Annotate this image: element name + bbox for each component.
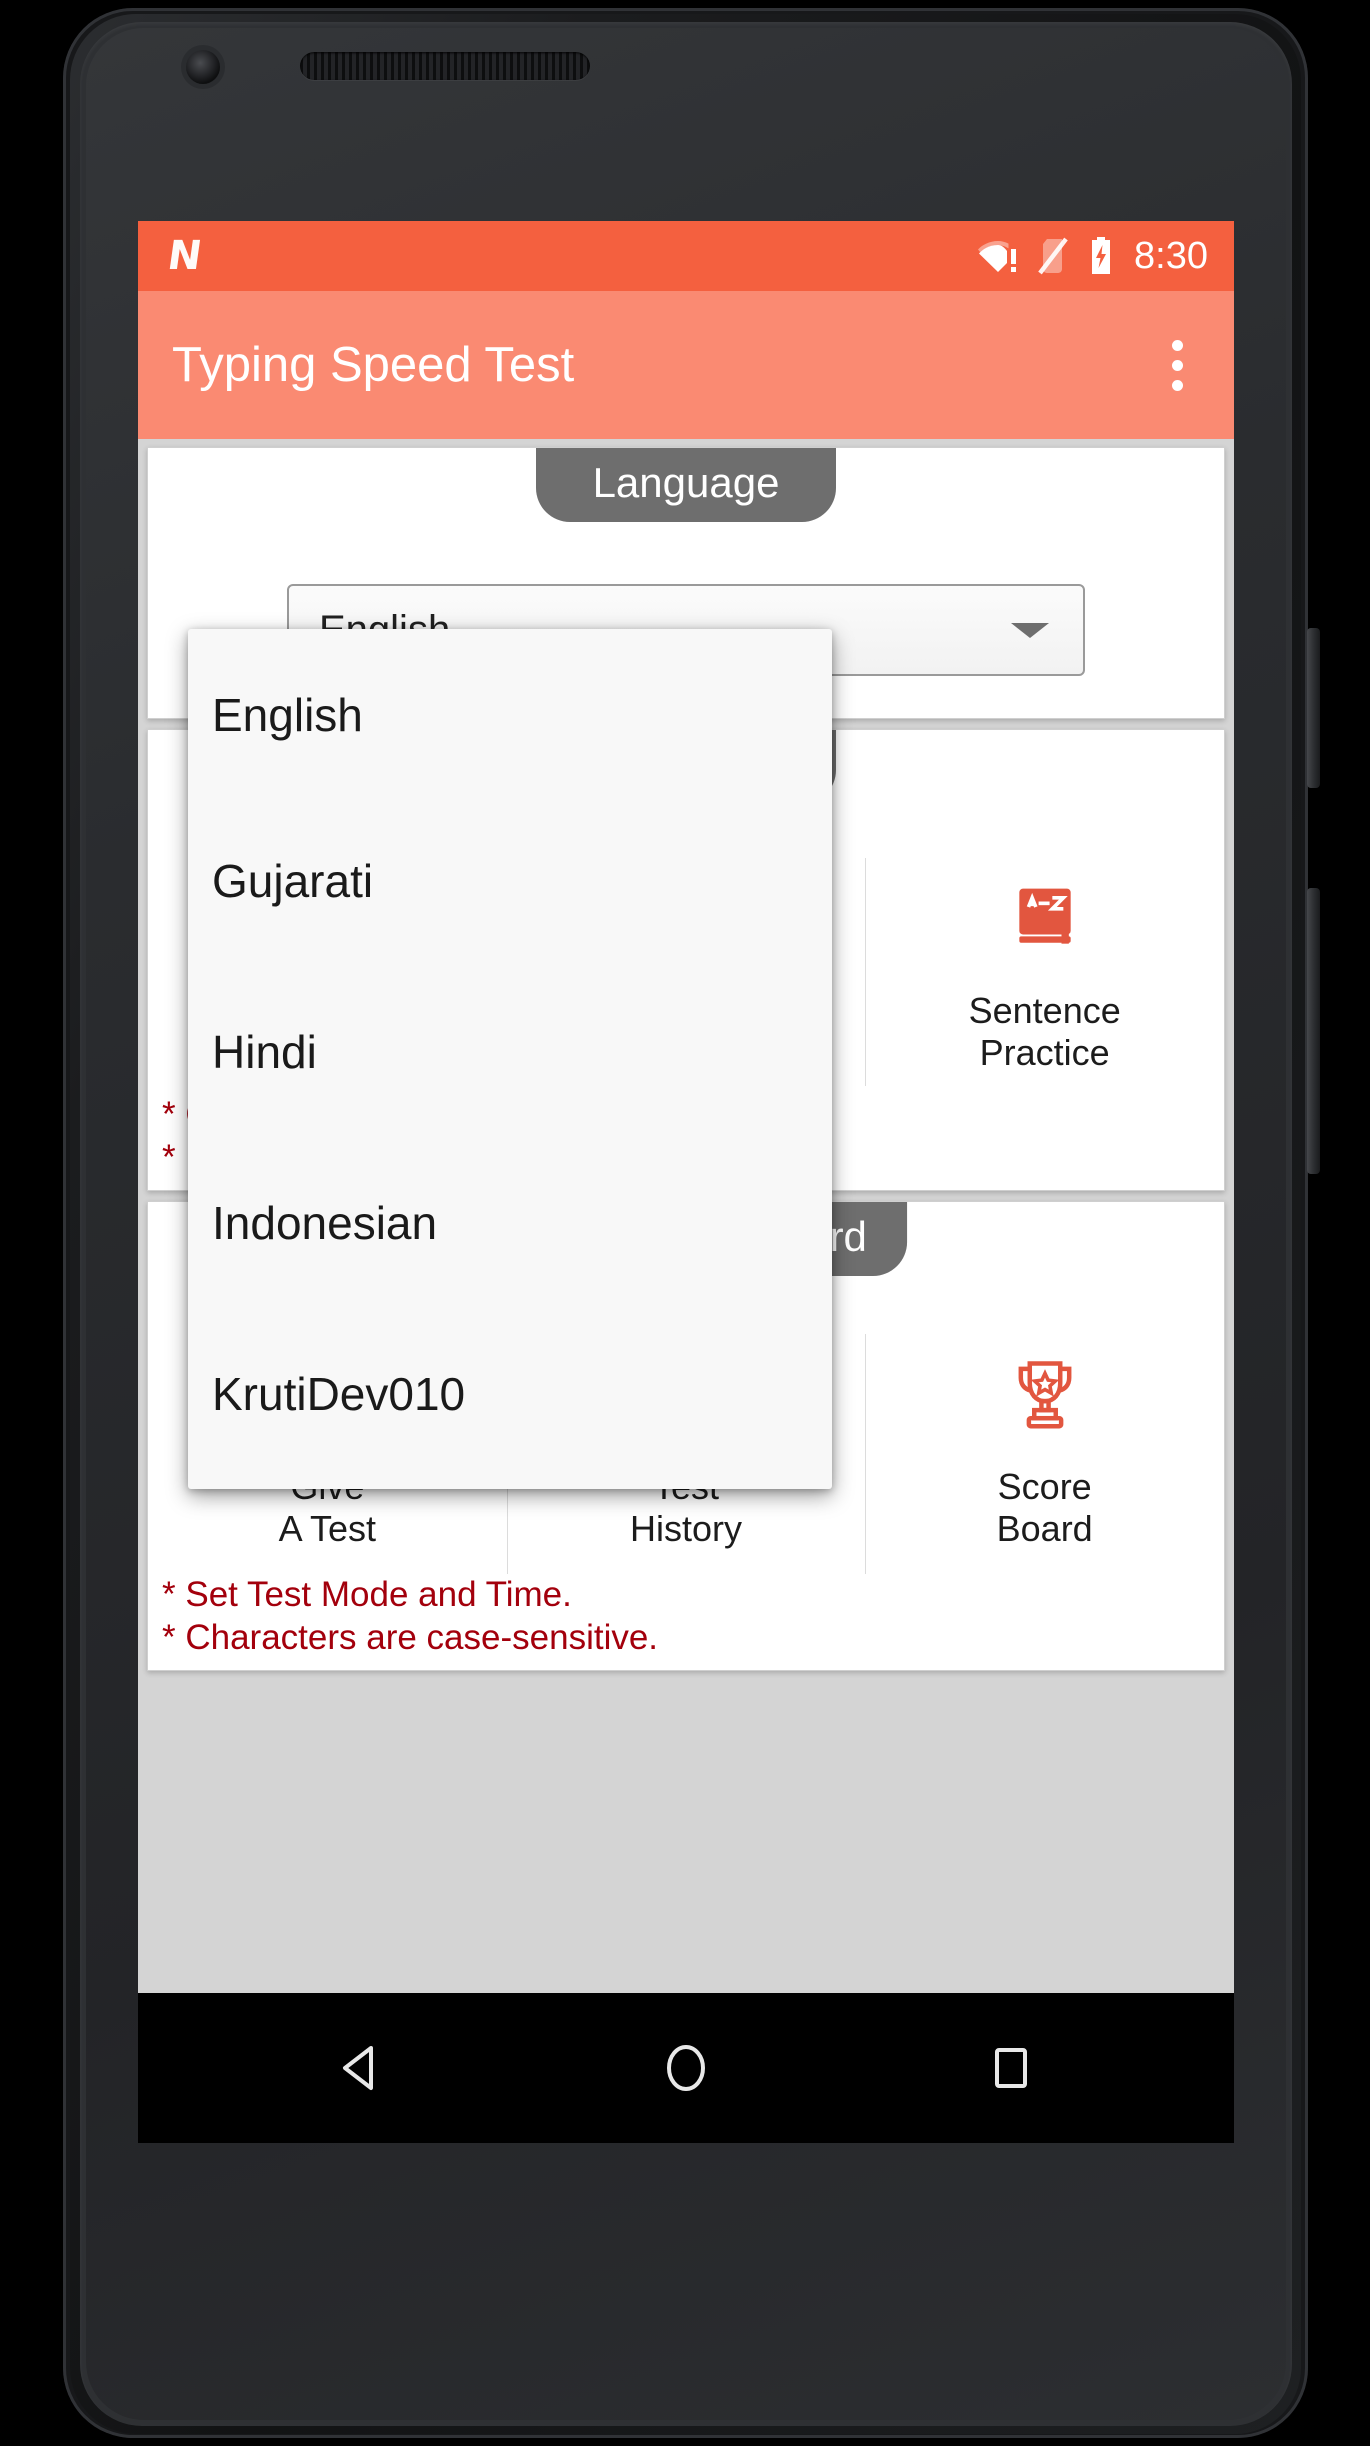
- status-bar-left: N: [164, 233, 204, 279]
- wifi-alert-icon: [978, 239, 1018, 273]
- android-navigation-bar: [138, 1993, 1234, 2143]
- screenshot-root: N 8:30 Typing Speed Test Language Senten…: [0, 0, 1370, 2446]
- earpiece-speaker-icon: [300, 52, 590, 80]
- overflow-menu-icon[interactable]: [1150, 329, 1204, 401]
- a-z-book-icon: [997, 870, 1093, 966]
- dropdown-item-indonesian[interactable]: Indonesian: [188, 1137, 832, 1308]
- volume-button[interactable]: [1307, 888, 1320, 1174]
- battery-charging-icon: [1088, 236, 1114, 276]
- power-button[interactable]: [1307, 628, 1320, 788]
- status-bar: N 8:30: [138, 221, 1234, 291]
- dropdown-item-krutidev010[interactable]: KrutiDev010: [188, 1308, 832, 1479]
- language-card-tab-label: Language: [592, 459, 780, 506]
- app-bar: Typing Speed Test: [138, 291, 1234, 439]
- chevron-down-icon[interactable]: [1011, 623, 1049, 638]
- language-dropdown-popup[interactable]: English Gujarati Hindi Indonesian KrutiD…: [188, 629, 832, 1489]
- trophy-icon: [997, 1346, 1093, 1442]
- test-note-2: * Characters are case-sensitive.: [162, 1618, 659, 1658]
- practice-tile-sentence-label: Sentence Practice: [969, 990, 1121, 1075]
- status-bar-right: 8:30: [978, 236, 1208, 276]
- tile-line2: Board: [996, 1508, 1093, 1550]
- android-n-logo-icon: N: [164, 233, 204, 279]
- back-triangle-icon[interactable]: [301, 2028, 421, 2108]
- no-sim-icon: [1038, 237, 1068, 275]
- tile-line1: Score: [997, 1466, 1092, 1507]
- dropdown-item-gujarati[interactable]: Gujarati: [188, 795, 832, 966]
- test-tile-score-board-label: Score Board: [997, 1466, 1093, 1551]
- language-card-tab: Language: [536, 448, 836, 522]
- recents-square-icon[interactable]: [951, 2028, 1071, 2108]
- status-bar-clock: 8:30: [1134, 235, 1208, 277]
- tile-line2: Practice: [979, 1032, 1110, 1074]
- practice-tile-sentence[interactable]: Sentence Practice: [865, 848, 1224, 1096]
- tile-line2: History: [630, 1508, 743, 1550]
- phone-screen: N 8:30 Typing Speed Test Language Senten…: [138, 221, 1234, 2143]
- home-circle-icon[interactable]: [626, 2028, 746, 2108]
- tile-line2: A Test: [278, 1508, 377, 1550]
- app-title: Typing Speed Test: [172, 337, 575, 392]
- front-camera-icon: [186, 50, 220, 84]
- main-content: Language English Practice: [138, 439, 1234, 1993]
- test-note-1: * Set Test Mode and Time.: [162, 1574, 572, 1614]
- dropdown-item-english[interactable]: English: [188, 635, 832, 795]
- dropdown-item-hindi[interactable]: Hindi: [188, 966, 832, 1137]
- test-tile-score-board[interactable]: Score Board: [865, 1324, 1224, 1584]
- test-card-notes: * Set Test Mode and Time. * Characters a…: [162, 1573, 658, 1661]
- tile-line1: Sentence: [968, 990, 1121, 1031]
